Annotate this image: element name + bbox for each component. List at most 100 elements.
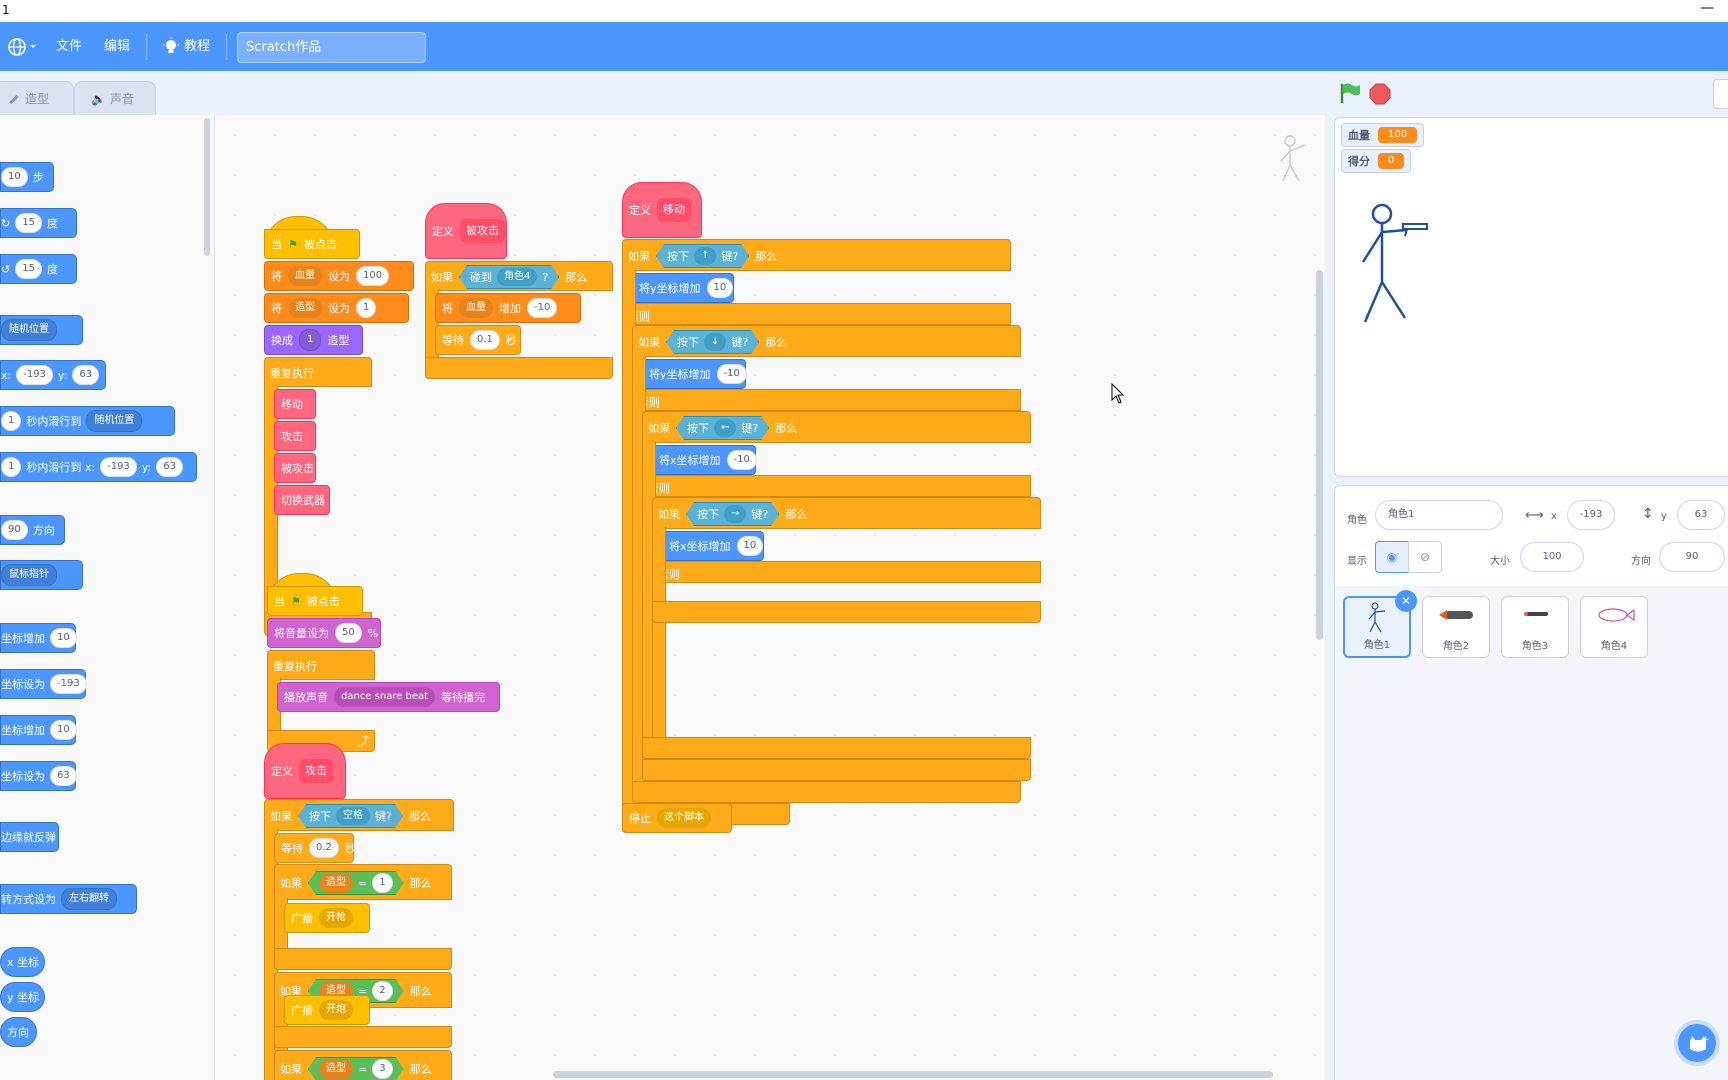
call-attack-block[interactable]: 攻击 xyxy=(274,421,316,451)
palette-point-towards[interactable]: 鼠标指针 xyxy=(0,560,83,590)
value-input[interactable]: 10 xyxy=(50,628,77,648)
sprite-thumbnail[interactable]: 角色4 xyxy=(1580,596,1648,658)
set-variable-block[interactable]: 将造型 设为 1 xyxy=(264,293,409,323)
palette-bounce[interactable]: 边缘就反弹 xyxy=(0,822,59,852)
stickman-sprite[interactable] xyxy=(1355,202,1465,342)
reporter-x-position[interactable]: x 坐标 xyxy=(0,947,45,977)
key-dropdown[interactable]: ↓ xyxy=(704,333,726,351)
value-input[interactable]: -10 xyxy=(726,450,757,470)
palette-turn-left[interactable]: ↺ 15 度 xyxy=(0,254,77,284)
change-x-block[interactable]: 将x坐标增加 10 xyxy=(662,531,764,561)
stop-icon[interactable] xyxy=(1369,83,1391,105)
degrees-input[interactable]: 15 xyxy=(15,213,42,233)
value-input[interactable]: -10 xyxy=(527,298,558,318)
y-input[interactable]: 63 xyxy=(156,457,183,477)
y-input[interactable]: 63 xyxy=(72,365,100,385)
change-x-block[interactable]: 将x坐标增加 -10 xyxy=(652,445,757,475)
tab-sounds[interactable]: 🔈 声音 xyxy=(74,81,156,115)
value-input[interactable]: 2 xyxy=(372,981,392,1001)
palette-change-y[interactable]: 坐标增加 10 xyxy=(0,715,77,745)
x-position-input[interactable]: -193 xyxy=(1567,500,1615,530)
switch-costume-block[interactable]: 换成 1 造型 xyxy=(264,325,363,355)
wait-block[interactable]: 等待 0.1 秒 xyxy=(435,325,521,355)
value-input[interactable]: 10 xyxy=(50,720,77,740)
point-target-dropdown[interactable]: 鼠标指针 xyxy=(1,564,57,586)
value-input[interactable]: 1 xyxy=(356,298,377,318)
when-flag-clicked-block[interactable]: 当 ⚑ 被点击 xyxy=(267,586,363,616)
hide-sprite-button[interactable]: ⊘ xyxy=(1408,541,1442,573)
key-dropdown[interactable]: 空格 xyxy=(336,807,370,825)
equals-condition[interactable]: 造型 = 3 xyxy=(308,1057,404,1080)
define-block[interactable]: 定义 攻击 xyxy=(264,743,346,799)
broadcast-block[interactable]: 广播 开枪 xyxy=(284,903,370,933)
value-input[interactable]: 100 xyxy=(356,266,390,286)
sprite-name-input[interactable]: 角色1 xyxy=(1375,500,1503,530)
set-variable-block[interactable]: 将血量 设为 100 xyxy=(264,261,414,291)
wait-block[interactable]: 等待 0.2 秒 xyxy=(274,833,356,863)
palette-goto-xy[interactable]: x: -193 y: 63 xyxy=(0,360,106,390)
edit-menu[interactable]: 编辑 xyxy=(104,22,130,71)
add-sprite-button[interactable]: + xyxy=(1674,1020,1720,1066)
goto-target-dropdown[interactable]: 随机位置 xyxy=(1,319,57,341)
call-move-block[interactable]: 移动 xyxy=(274,389,316,419)
key-pressed-condition[interactable]: 按下 ↓ 键? xyxy=(666,330,759,354)
variable-dropdown[interactable]: 血量 xyxy=(459,298,493,318)
palette-change-x[interactable]: 坐标增加 10 xyxy=(0,623,77,653)
palette-turn-right[interactable]: ↻ 15 度 xyxy=(0,208,77,238)
code-workspace[interactable]: 当⚑被点击 将血量设为100 将造型设为1 换成1造型 重复执行 ⤴ 移动 攻击… xyxy=(214,115,1325,1080)
size-input[interactable]: 100 xyxy=(1520,542,1584,572)
key-pressed-condition[interactable]: 按下 → 键? xyxy=(686,502,779,526)
wait-input[interactable]: 0.2 xyxy=(309,838,339,858)
show-sprite-button[interactable]: ◉ xyxy=(1375,541,1409,573)
key-pressed-condition[interactable]: 按下 空格 键? xyxy=(298,804,403,828)
delete-sprite-button[interactable]: ✕ xyxy=(1395,590,1417,612)
palette-glide-xy[interactable]: 1 秒内滑行到 x: -193 y: 63 xyxy=(0,452,197,482)
change-variable-block[interactable]: 将血量 增加 -10 xyxy=(435,293,581,323)
key-pressed-condition[interactable]: 按下 ← 键? xyxy=(676,416,769,440)
call-switch-weapon-block[interactable]: 切换武器 xyxy=(274,485,330,515)
stage-size-toggle[interactable] xyxy=(1713,79,1728,109)
key-pressed-condition[interactable]: 按下 ↑ 键? xyxy=(656,244,749,268)
key-dropdown[interactable]: ← xyxy=(714,419,736,437)
stop-option-dropdown[interactable]: 这个脚本 xyxy=(657,808,711,828)
define-block[interactable]: 定义 移动 xyxy=(622,182,702,238)
degrees-input[interactable]: 15 xyxy=(15,259,42,279)
palette-set-y[interactable]: 坐标设为 63 xyxy=(0,761,77,791)
palette-glide[interactable]: 1 秒内滑行到 随机位置 xyxy=(0,406,175,436)
x-input[interactable]: -193 xyxy=(100,457,137,477)
message-dropdown[interactable]: 开枪 xyxy=(319,908,353,928)
minimize-button[interactable]: — xyxy=(1700,0,1714,16)
variable-dropdown[interactable]: 血量 xyxy=(288,266,322,286)
value-input[interactable]: 63 xyxy=(50,766,77,786)
workspace-horizontal-scrollbar[interactable] xyxy=(553,1071,1273,1078)
call-attacked-block[interactable]: 被攻击 xyxy=(274,453,316,483)
play-sound-until-done-block[interactable]: 播放声音 dance snare beat 等待播完 xyxy=(277,682,500,712)
volume-input[interactable]: 50 xyxy=(335,623,362,643)
palette-rotation-style[interactable]: 转方式设为 左右翻转 xyxy=(0,884,137,914)
direction-input[interactable]: 90 xyxy=(1,520,28,540)
workspace-vertical-scrollbar[interactable] xyxy=(1316,270,1323,640)
green-flag-icon[interactable] xyxy=(1338,82,1362,104)
stage[interactable]: 血量 100 得分 0 xyxy=(1334,117,1728,477)
sound-dropdown[interactable]: dance snare beat xyxy=(334,687,436,707)
glide-target-dropdown[interactable]: 随机位置 xyxy=(86,410,143,432)
change-y-block[interactable]: 将y坐标增加 -10 xyxy=(642,359,747,389)
stop-block[interactable]: 停止 这个脚本 xyxy=(622,803,732,833)
equals-condition[interactable]: 造型 = 1 xyxy=(308,871,404,895)
variable-reporter[interactable]: 造型 xyxy=(319,873,353,893)
palette-move-steps[interactable]: 10 步 xyxy=(0,162,54,192)
rotation-dropdown[interactable]: 左右翻转 xyxy=(61,888,117,910)
direction-input[interactable]: 90 xyxy=(1659,542,1725,572)
set-volume-block[interactable]: 将音量设为 50% xyxy=(267,618,381,648)
change-y-block[interactable]: 将y坐标增加 10 xyxy=(632,273,734,303)
value-input[interactable]: 1 xyxy=(372,873,392,893)
touching-condition[interactable]: 碰到 角色4? xyxy=(459,265,559,289)
reporter-direction[interactable]: 方向 xyxy=(0,1017,37,1047)
palette-point-direction[interactable]: 90 方向 xyxy=(0,515,65,545)
steps-input[interactable]: 10 xyxy=(1,167,28,187)
wait-input[interactable]: 0.1 xyxy=(470,330,500,350)
sprite-thumbnail[interactable]: 角色3 xyxy=(1501,596,1569,658)
reporter-y-position[interactable]: y 坐标 xyxy=(0,982,45,1012)
palette-goto[interactable]: 随机位置 xyxy=(0,315,83,345)
file-menu[interactable]: 文件 xyxy=(56,22,82,71)
